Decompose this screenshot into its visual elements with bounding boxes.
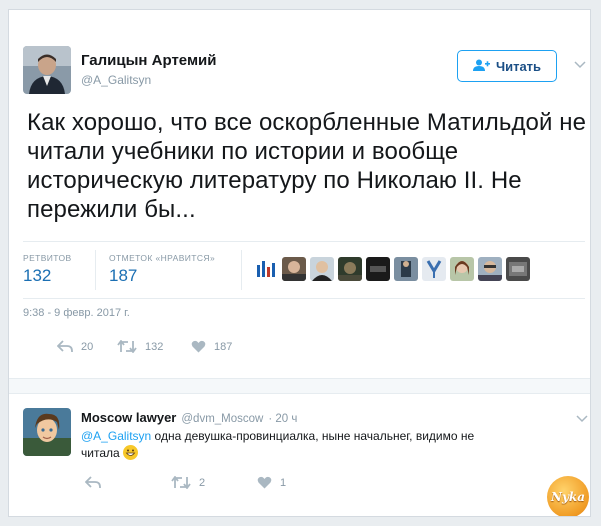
chevron-down-icon[interactable] xyxy=(576,412,588,426)
divider xyxy=(23,241,585,242)
follow-button[interactable]: Читать xyxy=(457,50,557,82)
heart-icon xyxy=(257,476,272,489)
section-separator xyxy=(9,378,590,394)
tweet-card: Галицын Артемий @A_Galitsyn Читать Как х… xyxy=(8,9,591,517)
liker-avatar[interactable] xyxy=(366,257,390,281)
reply-icon xyxy=(85,476,101,488)
watermark-logo: Nyka xyxy=(547,476,589,516)
reply-like-button[interactable]: 1 xyxy=(257,476,286,489)
liker-avatar[interactable] xyxy=(282,257,306,281)
divider xyxy=(23,298,585,299)
tweet-timestamp[interactable]: 9:38 - 9 февр. 2017 г. xyxy=(23,307,130,319)
reply-reply-button[interactable] xyxy=(85,476,101,489)
retweet-count: 132 xyxy=(145,340,164,353)
follow-button-label: Читать xyxy=(495,58,542,74)
retweet-button[interactable]: 132 xyxy=(117,340,163,353)
like-button[interactable]: 187 xyxy=(191,340,232,353)
reply-button[interactable]: 20 xyxy=(57,340,93,353)
like-count: 187 xyxy=(214,340,233,353)
author-handle[interactable]: @A_Galitsyn xyxy=(81,73,151,87)
liker-avatar[interactable] xyxy=(338,257,362,281)
liker-avatar[interactable] xyxy=(254,257,278,281)
liker-avatars xyxy=(254,257,530,281)
reply-header: Moscow lawyer @dvm_Moscow · 20 ч xyxy=(81,410,297,425)
likes-label: ОТМЕТОК «НРАВИТСЯ» xyxy=(109,253,216,263)
stat-separator xyxy=(95,250,96,290)
liker-avatar[interactable] xyxy=(506,257,530,281)
likes-count[interactable]: 187 xyxy=(109,266,137,286)
add-user-icon xyxy=(472,59,490,74)
reply-time[interactable]: · 20 ч xyxy=(268,413,297,425)
chevron-down-icon[interactable] xyxy=(574,58,586,72)
reply-author-avatar[interactable] xyxy=(23,408,71,456)
reply-icon xyxy=(57,340,73,352)
retweet-icon xyxy=(171,476,191,489)
heart-icon xyxy=(191,340,206,353)
grinning-emoji-icon xyxy=(123,445,139,460)
watermark-text: Nyka xyxy=(550,490,586,504)
tweet-text: Как хорошо, что все оскорбленные Матильд… xyxy=(27,109,587,223)
mention-link[interactable]: @A_Galitsyn xyxy=(81,429,151,443)
liker-avatar[interactable] xyxy=(394,257,418,281)
stat-separator xyxy=(241,250,242,290)
reply-count: 20 xyxy=(81,340,94,353)
reply-text: @A_Galitsyn одна девушка-провинциалка, н… xyxy=(81,428,481,462)
retweet-icon xyxy=(117,340,137,353)
retweets-count[interactable]: 132 xyxy=(23,266,51,286)
liker-avatar[interactable] xyxy=(422,257,446,281)
reply-like-count: 1 xyxy=(280,476,287,489)
liker-avatar[interactable] xyxy=(310,257,334,281)
retweets-label: РЕТВИТОВ xyxy=(23,253,72,263)
liker-avatar[interactable] xyxy=(478,257,502,281)
author-name[interactable]: Галицын Артемий xyxy=(81,52,216,69)
reply-author-handle[interactable]: @dvm_Moscow xyxy=(181,413,263,425)
liker-avatar[interactable] xyxy=(450,257,474,281)
reply-author-name[interactable]: Moscow lawyer xyxy=(81,410,176,425)
reply-retweet-count: 2 xyxy=(199,476,206,489)
reply-retweet-button[interactable]: 2 xyxy=(171,476,205,489)
author-avatar[interactable] xyxy=(23,46,71,94)
